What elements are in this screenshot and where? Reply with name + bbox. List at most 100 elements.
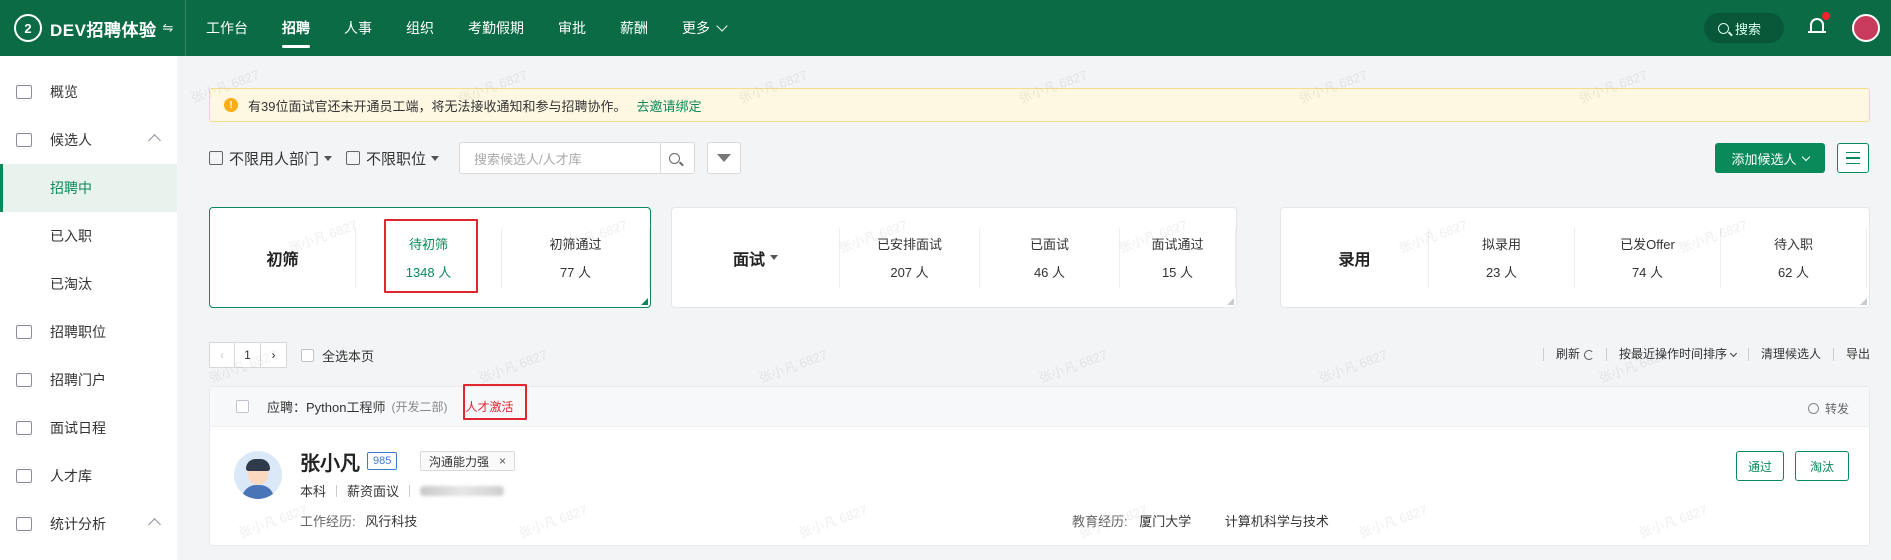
sidebar-item-overview[interactable]: 概览 — [0, 68, 177, 116]
stat-interviewed[interactable]: 已面试 46 人 — [980, 227, 1120, 288]
chevron-up-icon[interactable] — [148, 518, 161, 531]
sidebar-item-analytics[interactable]: 统计分析 — [0, 500, 177, 548]
candidate-checkbox[interactable] — [236, 400, 249, 413]
stage-title-hire[interactable]: 录用 — [1281, 227, 1429, 288]
highlight-box — [463, 384, 527, 420]
search-button[interactable] — [661, 142, 696, 174]
stat-pending-onboard[interactable]: 待入职 62 人 — [1721, 227, 1867, 288]
list-menu-button[interactable] — [1837, 143, 1869, 173]
clean-candidates-button[interactable]: 清理候选人 — [1747, 348, 1833, 361]
global-search[interactable]: 搜索 — [1704, 13, 1784, 43]
add-candidate-label: 添加候选人 — [1731, 151, 1797, 167]
nav-item-hr[interactable]: 人事 — [344, 0, 372, 56]
candidate-name[interactable]: 张小凡 — [300, 447, 360, 476]
close-icon[interactable]: × — [499, 454, 506, 468]
school-badge-985: 985 — [367, 452, 398, 470]
department-filter[interactable]: 不限用人部门 — [209, 148, 333, 169]
sidebar-item-eliminated[interactable]: 已淘汰 — [0, 260, 177, 308]
sidebar-item-candidates[interactable]: 候选人 — [0, 116, 177, 164]
stage-title-interview-label: 面试 — [732, 251, 765, 269]
advanced-filter-button[interactable] — [707, 142, 742, 174]
sidebar-item-onboarded[interactable]: 已入职 — [0, 212, 177, 260]
alert-banner: ! 有39位面试官还未开通员工端，将无法接收通知和参与招聘协作。 去邀请绑定 — [209, 88, 1870, 122]
stat-interview-passed[interactable]: 面试通过 15 人 — [1120, 227, 1236, 288]
filter-bar: 不限用人部门 不限职位 搜索候选人/人才库 — [209, 142, 742, 174]
stage-card-hire: 录用 拟录用 23 人 已发Offer 74 人 待入职 62 人 — [1280, 207, 1870, 308]
stat-offer-sent[interactable]: 已发Offer 74 人 — [1575, 227, 1721, 288]
stat-interview-scheduled[interactable]: 已安排面试 207 人 — [840, 227, 980, 288]
highlight-box — [384, 219, 478, 293]
education-key: 教育经历: — [1072, 514, 1128, 529]
switch-icon[interactable]: ⇋ — [162, 20, 173, 36]
nav-item-more[interactable]: 更多 — [682, 0, 728, 56]
sidebar-item-label: 招聘门户 — [50, 372, 106, 388]
stage-title-screening[interactable]: 初筛 — [210, 227, 356, 288]
nav-item-payroll[interactable]: 薪酬 — [620, 0, 648, 56]
page-number[interactable]: 1 — [235, 342, 261, 368]
degree: 本科 — [300, 484, 327, 499]
candidate-meta: 本科 薪资面议 — [300, 481, 505, 500]
sidebar: 概览 候选人 招聘中 已入职 已淘汰 招聘职位 招聘门户 面试日程 人才库 统计… — [0, 56, 177, 560]
resize-corner-icon — [1860, 298, 1867, 305]
reject-button[interactable]: 淘汰 — [1795, 451, 1849, 481]
work-experience-key: 工作经历: — [300, 514, 356, 529]
warning-icon: ! — [224, 98, 238, 112]
nav-item-approval[interactable]: 审批 — [558, 0, 586, 56]
brand-logo: 2 — [14, 14, 42, 42]
sidebar-item-positions[interactable]: 招聘职位 — [0, 308, 177, 356]
invite-bind-link[interactable]: 去邀请绑定 — [636, 96, 701, 115]
select-all-page[interactable]: 全选本页 — [301, 346, 374, 365]
notification-bell-icon[interactable] — [1808, 12, 1830, 36]
home-icon — [16, 469, 32, 483]
nav-more-label: 更多 — [682, 20, 710, 36]
stat-label: 已发Offer — [1620, 237, 1675, 252]
sidebar-item-talent-pool[interactable]: 人才库 — [0, 452, 177, 500]
nav-item-workbench[interactable]: 工作台 — [206, 0, 248, 56]
select-all-checkbox[interactable] — [301, 348, 314, 362]
bar-chart-icon — [16, 517, 32, 531]
nav-item-recruitment[interactable]: 招聘 — [282, 0, 310, 56]
refresh-button[interactable]: 刷新 — [1542, 348, 1606, 361]
stat-value: 74 人 — [1631, 265, 1664, 280]
sidebar-item-portal[interactable]: 招聘门户 — [0, 356, 177, 404]
nav-item-attendance[interactable]: 考勤假期 — [468, 0, 524, 56]
stat-to-hire[interactable]: 拟录用 23 人 — [1429, 227, 1575, 288]
chevron-down-icon — [716, 20, 728, 32]
forward-label: 转发 — [1824, 402, 1849, 416]
prev-page-button[interactable]: ‹ — [209, 342, 235, 368]
sidebar-item-recruiting[interactable]: 招聘中 — [0, 164, 177, 212]
skill-tag: 沟通能力强 × — [420, 451, 516, 471]
forward-icon — [1807, 403, 1819, 414]
forward-button[interactable]: 转发 — [1807, 400, 1849, 417]
user-avatar[interactable] — [1852, 14, 1880, 42]
export-button[interactable]: 导出 — [1832, 348, 1870, 361]
caret-down-icon — [324, 155, 333, 161]
position-filter[interactable]: 不限职位 — [346, 148, 440, 169]
sort-dropdown[interactable]: 按最近操作时间排序 — [1605, 348, 1748, 361]
stat-value: 23 人 — [1485, 265, 1518, 280]
candidate-card[interactable]: 应聘： Python工程师 (开发二部) 人才激活 转发 张小凡 985 沟通能… — [209, 386, 1870, 546]
phone-number-blurred — [420, 485, 505, 496]
stat-value: 15 人 — [1161, 265, 1194, 280]
brand[interactable]: 2 DEV招聘体验 ⇋ — [0, 0, 186, 56]
chevron-up-icon[interactable] — [148, 134, 161, 147]
watermark: 张小凡 6827 — [1316, 347, 1390, 386]
sidebar-item-interview-schedule[interactable]: 面试日程 — [0, 404, 177, 452]
candidate-avatar[interactable] — [234, 451, 282, 499]
pass-button[interactable]: 通过 — [1736, 451, 1784, 481]
nav-item-org[interactable]: 组织 — [406, 0, 434, 56]
funnel-icon — [717, 154, 732, 162]
stat-label: 已安排面试 — [876, 237, 942, 252]
candidate-search-input[interactable]: 搜索候选人/人才库 — [459, 142, 662, 174]
applied-label: 应聘： — [267, 400, 307, 415]
applied-position[interactable]: Python工程师 — [306, 397, 385, 416]
stat-screening-passed[interactable]: 初筛通过 77 人 — [502, 227, 650, 288]
work-experience-value: 风行科技 — [365, 514, 418, 529]
education-school: 厦门大学 — [1139, 514, 1192, 529]
stage-card-interview: 面试 已安排面试 207 人 已面试 46 人 面试通过 15 人 — [671, 207, 1237, 308]
add-candidate-button[interactable]: 添加候选人 — [1715, 143, 1825, 173]
main-nav: 工作台 招聘 人事 组织 考勤假期 审批 薪酬 更多 — [206, 0, 760, 56]
stage-title-interview[interactable]: 面试 — [672, 227, 840, 288]
next-page-button[interactable]: › — [261, 342, 287, 368]
candidate-card-header: 应聘： Python工程师 (开发二部) 人才激活 转发 — [210, 387, 1869, 427]
